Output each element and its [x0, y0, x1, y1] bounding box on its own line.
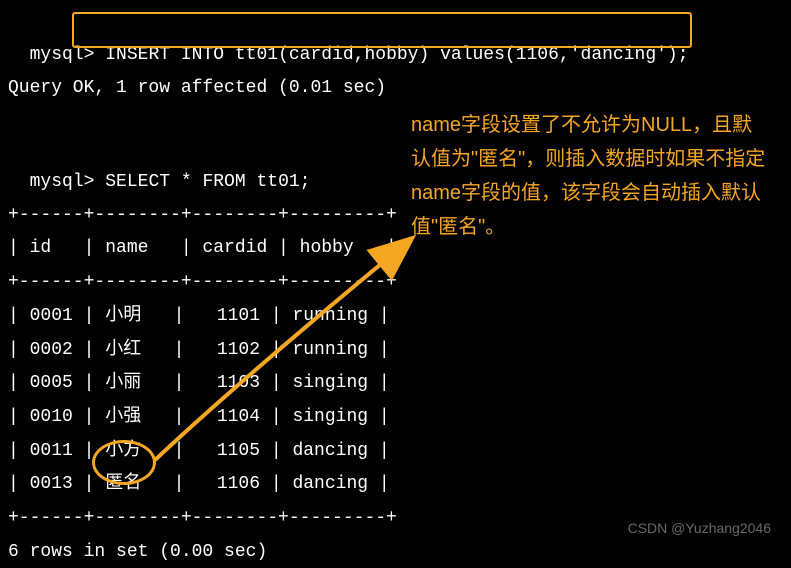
- table-row: | 0002 | 小红 | 1102 | running |: [0, 334, 791, 368]
- table-row: | 0010 | 小强 | 1104 | singing |: [0, 401, 791, 435]
- query-ok-line: Query OK, 1 row affected (0.01 sec): [0, 72, 791, 105]
- table-row: | 0005 | 小丽 | 1103 | singing |: [0, 367, 791, 401]
- anonymous-highlight-circle: [92, 440, 156, 485]
- annotation-comment: name字段设置了不允许为NULL，且默认值为"匿名"，则插入数据时如果不指定n…: [411, 108, 771, 244]
- table-row: | 0001 | 小明 | 1101 | running |: [0, 300, 791, 334]
- csdn-watermark: CSDN @Yuzhang2046: [628, 520, 771, 536]
- table-border-mid: +------+--------+--------+---------+: [0, 266, 791, 300]
- mysql-prompt-2: mysql>: [30, 172, 95, 192]
- rows-summary: 6 rows in set (0.00 sec): [0, 536, 791, 568]
- query-highlight-box: [72, 12, 692, 48]
- select-statement: SELECT * FROM tt01;: [105, 172, 310, 192]
